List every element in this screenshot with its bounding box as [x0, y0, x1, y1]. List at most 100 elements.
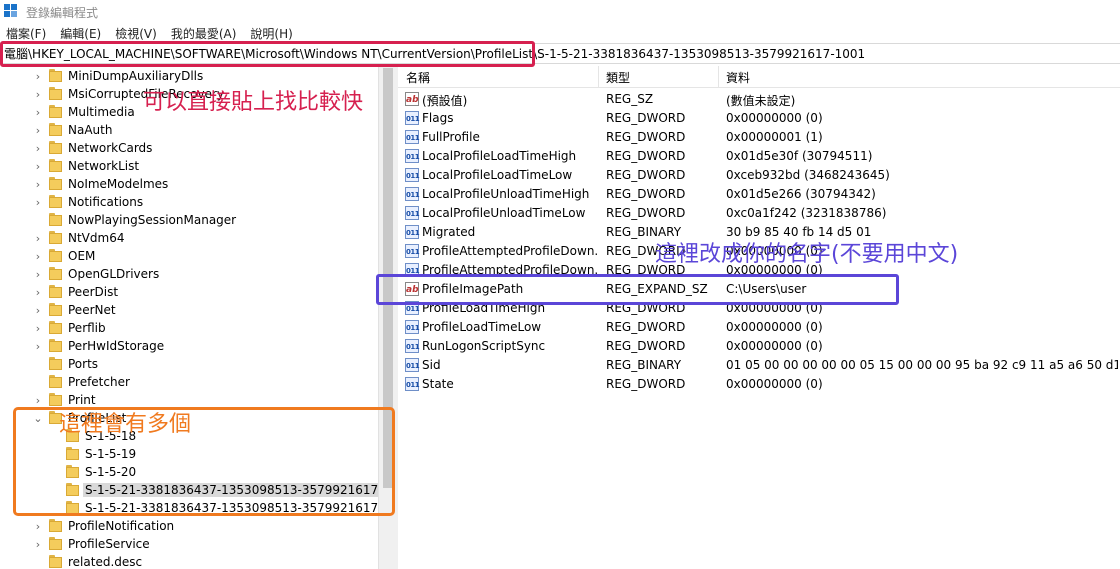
- tree-item-label: NaAuth: [68, 123, 113, 137]
- tree-item[interactable]: › Notifications: [0, 193, 378, 211]
- value-data: 01 05 00 00 00 00 00 05 15 00 00 00 95 b…: [726, 358, 1118, 372]
- expand-chevron-icon[interactable]: [32, 355, 44, 373]
- expand-chevron-icon[interactable]: [32, 211, 44, 229]
- binary-value-icon: 011: [405, 130, 420, 144]
- value-type: REG_DWORD: [606, 149, 686, 163]
- expand-chevron-icon[interactable]: ›: [32, 103, 44, 121]
- value-data: (數值未設定): [726, 94, 796, 108]
- tree-item[interactable]: › NtVdm64: [0, 229, 378, 247]
- menu-edit[interactable]: 編輯(E): [60, 25, 101, 42]
- tree-item[interactable]: NowPlayingSessionManager: [0, 211, 378, 229]
- tree-item[interactable]: › PeerDist: [0, 283, 378, 301]
- menu-bar: 檔案(F) 編輯(E) 檢視(V) 我的最愛(A) 說明(H): [0, 24, 1120, 42]
- value-name: ProfileLoadTimeLow: [422, 320, 542, 334]
- column-divider[interactable]: [598, 66, 599, 88]
- tree-item-label: PeerDist: [68, 285, 119, 299]
- window-title: 登錄編輯程式: [26, 5, 99, 20]
- menu-file[interactable]: 檔案(F): [6, 25, 46, 42]
- tree-item[interactable]: › NetworkCards: [0, 139, 378, 157]
- expand-chevron-icon[interactable]: ›: [32, 193, 44, 211]
- value-name: LocalProfileUnloadTimeHigh: [422, 187, 590, 201]
- expand-chevron-icon[interactable]: ›: [32, 175, 44, 193]
- expand-chevron-icon[interactable]: ›: [32, 121, 44, 139]
- value-row[interactable]: 011 RunLogonScriptSync REG_DWORD 0x00000000…: [398, 337, 1120, 356]
- annotation-many-entries: 這裡會有多個: [59, 412, 192, 437]
- tree-item[interactable]: Ports: [0, 355, 378, 373]
- tree-item-label: PerHwIdStorage: [68, 339, 165, 353]
- folder-icon: [49, 339, 62, 353]
- column-data-header[interactable]: 資料: [726, 69, 750, 86]
- value-type: REG_DWORD: [606, 206, 686, 220]
- tree-item[interactable]: › NoImeModelmes: [0, 175, 378, 193]
- tree-item-label: Prefetcher: [68, 375, 130, 389]
- value-row[interactable]: 011 Sid REG_BINARY 01 05 00 00 00 00 00 05 …: [398, 356, 1120, 375]
- value-name: Migrated: [422, 225, 476, 239]
- expand-chevron-icon[interactable]: ›: [32, 157, 44, 175]
- expand-chevron-icon[interactable]: ›: [32, 319, 44, 337]
- binary-value-icon: 011: [405, 339, 420, 353]
- value-row[interactable]: ab (預設值) REG_SZ (數值未設定): [398, 90, 1120, 109]
- value-row[interactable]: 011 LocalProfileUnloadTimeHigh REG_DWORD 0x…: [398, 185, 1120, 204]
- tree-item[interactable]: › MiniDumpAuxiliaryDlls: [0, 67, 378, 85]
- tree-item[interactable]: › OEM: [0, 247, 378, 265]
- value-type: REG_DWORD: [606, 130, 686, 144]
- value-type: REG_DWORD: [606, 187, 686, 201]
- tree-item[interactable]: related.desc: [0, 553, 378, 569]
- tree-item-label: OpenGLDrivers: [68, 267, 160, 281]
- tree-item[interactable]: › ProfileNotification: [0, 517, 378, 535]
- expand-chevron-icon[interactable]: ›: [32, 337, 44, 355]
- binary-value-icon: 011: [405, 358, 420, 372]
- tree-item[interactable]: › NaAuth: [0, 121, 378, 139]
- expand-chevron-icon[interactable]: ›: [32, 247, 44, 265]
- tree-item[interactable]: › NetworkList: [0, 157, 378, 175]
- expand-chevron-icon[interactable]: ›: [32, 67, 44, 85]
- binary-value-icon: 011: [405, 225, 420, 239]
- expand-chevron-icon[interactable]: ›: [32, 85, 44, 103]
- column-type-header[interactable]: 類型: [606, 69, 630, 86]
- column-divider[interactable]: [718, 66, 719, 88]
- folder-icon: [49, 357, 62, 371]
- value-name: ProfileAttemptedProfileDown...: [422, 244, 598, 258]
- folder-icon: [49, 285, 62, 299]
- value-type: REG_DWORD: [606, 320, 686, 334]
- expand-chevron-icon[interactable]: ›: [32, 301, 44, 319]
- tree-item-label: related.desc: [68, 555, 143, 569]
- tree-item-label: NowPlayingSessionManager: [68, 213, 237, 227]
- tree-item-label: ProfileService: [68, 537, 150, 551]
- value-row[interactable]: 011 LocalProfileLoadTimeLow REG_DWORD 0xceb…: [398, 166, 1120, 185]
- tree-item[interactable]: › PeerNet: [0, 301, 378, 319]
- value-row[interactable]: 011 Flags REG_DWORD 0x00000000 (0): [398, 109, 1120, 128]
- column-name-header[interactable]: 名稱: [406, 69, 430, 86]
- value-row[interactable]: 011 LocalProfileUnloadTimeLow REG_DWORD 0xc…: [398, 204, 1120, 223]
- tree-item[interactable]: › PerHwIdStorage: [0, 337, 378, 355]
- tree-item[interactable]: Prefetcher: [0, 373, 378, 391]
- folder-icon: [49, 69, 62, 83]
- tree-item-label: MiniDumpAuxiliaryDlls: [68, 69, 204, 83]
- value-type: REG_DWORD: [606, 377, 686, 391]
- expand-chevron-icon[interactable]: ›: [32, 283, 44, 301]
- tree-item[interactable]: › OpenGLDrivers: [0, 265, 378, 283]
- expand-chevron-icon[interactable]: ›: [32, 139, 44, 157]
- value-list[interactable]: 名稱 類型 資料 ab (預設值) REG_SZ (數值未設定) 011 Flags REG…: [398, 66, 1120, 569]
- tree-item[interactable]: › Perflib: [0, 319, 378, 337]
- menu-view[interactable]: 檢視(V): [115, 25, 157, 42]
- binary-value-icon: 011: [405, 244, 420, 258]
- tree-item-label: OEM: [68, 249, 96, 263]
- menu-favorites[interactable]: 我的最愛(A): [171, 25, 237, 42]
- expand-chevron-icon[interactable]: ›: [32, 535, 44, 553]
- expand-chevron-icon[interactable]: ›: [32, 517, 44, 535]
- value-row[interactable]: 011 State REG_DWORD 0x00000000 (0): [398, 375, 1120, 394]
- expand-chevron-icon[interactable]: [32, 553, 44, 569]
- value-row[interactable]: 011 ProfileLoadTimeLow REG_DWORD 0x00000000…: [398, 318, 1120, 337]
- tree-item-label: ProfileNotification: [68, 519, 175, 533]
- value-row[interactable]: 011 FullProfile REG_DWORD 0x00000001 (1): [398, 128, 1120, 147]
- expand-chevron-icon[interactable]: [32, 373, 44, 391]
- expand-chevron-icon[interactable]: ›: [32, 265, 44, 283]
- value-name: (預設值): [422, 94, 468, 108]
- value-data: 0x00000000 (0): [726, 377, 823, 391]
- value-row[interactable]: 011 LocalProfileLoadTimeHigh REG_DWORD 0x01…: [398, 147, 1120, 166]
- menu-help[interactable]: 說明(H): [250, 25, 292, 42]
- tree-item[interactable]: › ProfileService: [0, 535, 378, 553]
- binary-value-icon: 011: [405, 377, 420, 391]
- expand-chevron-icon[interactable]: ›: [32, 229, 44, 247]
